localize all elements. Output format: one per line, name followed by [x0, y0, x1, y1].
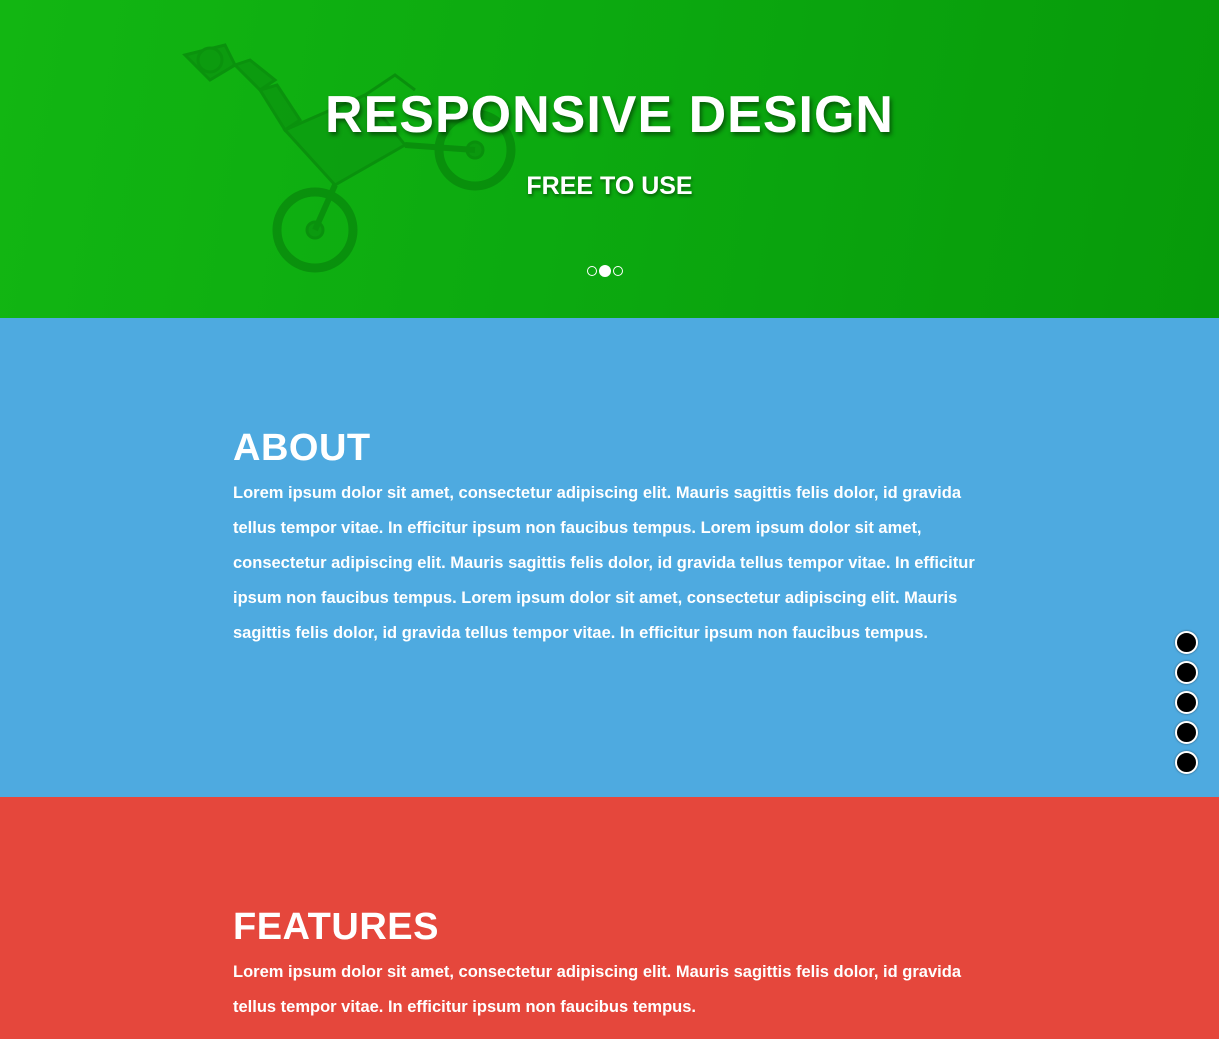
side-nav-dot-5[interactable]	[1175, 751, 1198, 774]
about-section: ABOUT Lorem ipsum dolor sit amet, consec…	[0, 318, 1219, 797]
hero-title: RESPONSIVE DESIGN	[325, 86, 894, 144]
slider-dot-2[interactable]	[599, 265, 611, 277]
hero-slider: RESPONSIVE DESIGN FREE TO USE	[0, 0, 1219, 318]
side-section-nav	[1175, 631, 1198, 774]
features-title: FEATURES	[233, 906, 439, 948]
features-section: FEATURES Lorem ipsum dolor sit amet, con…	[0, 797, 1219, 1039]
about-text: Lorem ipsum dolor sit amet, consectetur …	[233, 484, 975, 642]
features-text: Lorem ipsum dolor sit amet, consectetur …	[233, 963, 961, 1016]
slider-dot-3[interactable]	[613, 266, 623, 276]
slider-pagination	[587, 265, 623, 277]
side-nav-dot-3[interactable]	[1175, 691, 1198, 714]
side-nav-dot-2[interactable]	[1175, 661, 1198, 684]
motocross-rider-image	[182, 43, 516, 273]
side-nav-dot-1[interactable]	[1175, 631, 1198, 654]
hero-subtitle: FREE TO USE	[526, 172, 693, 200]
slider-dot-1[interactable]	[587, 266, 597, 276]
side-nav-dot-4[interactable]	[1175, 721, 1198, 744]
about-title: ABOUT	[233, 427, 371, 469]
